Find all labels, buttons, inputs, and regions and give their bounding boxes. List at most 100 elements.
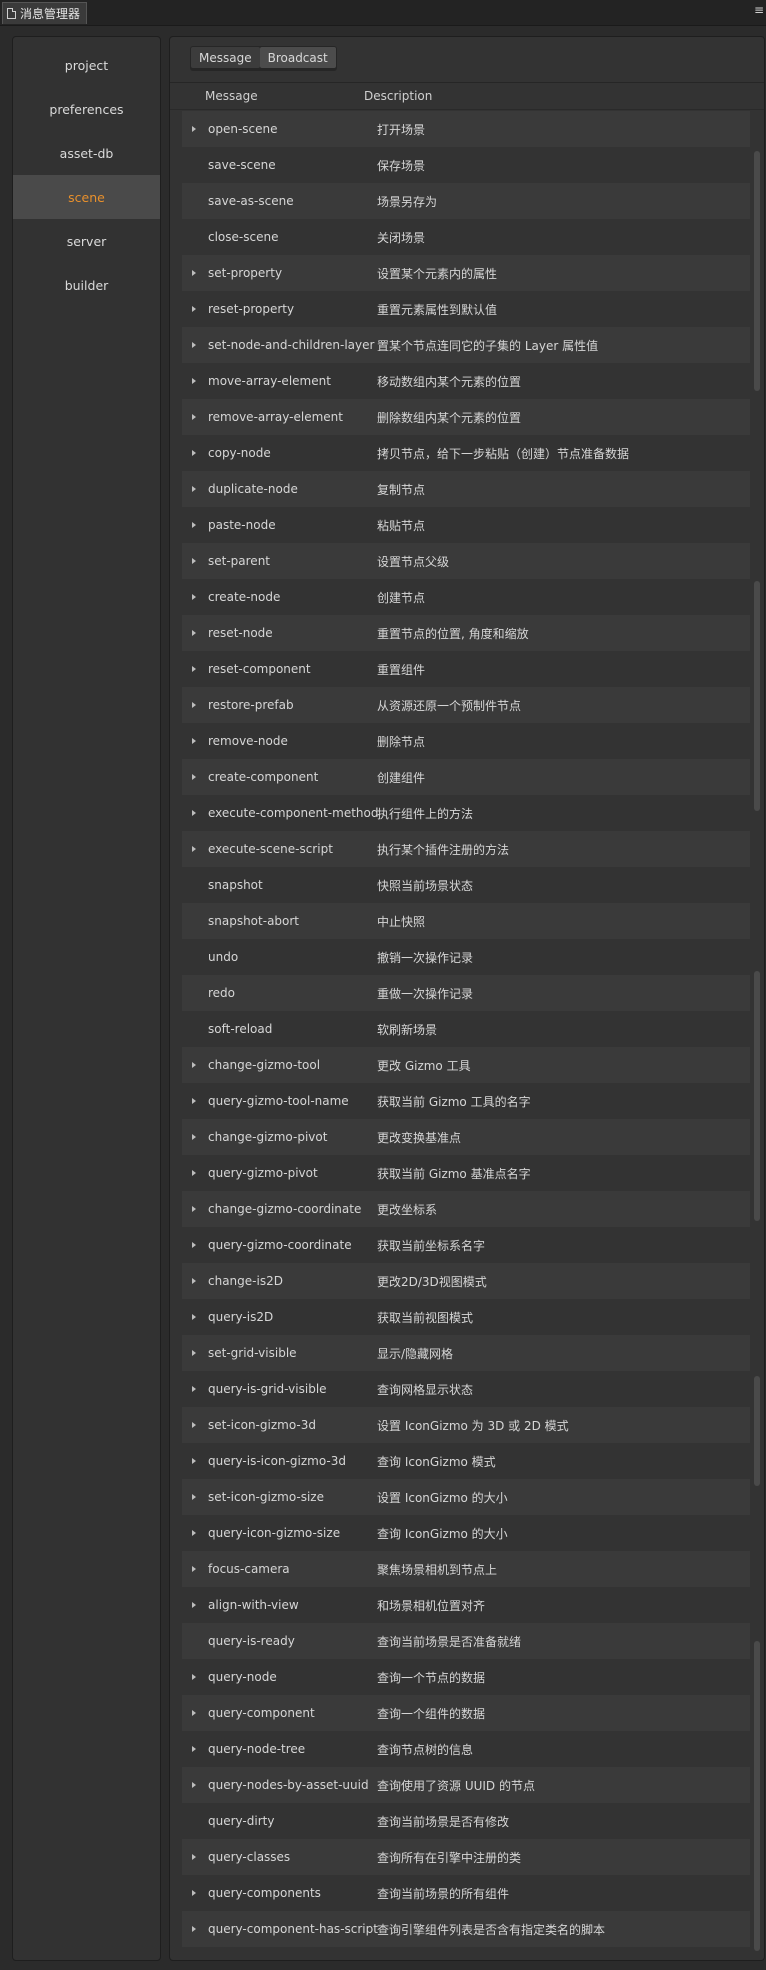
expand-caret-icon[interactable] (192, 1170, 196, 1176)
table-row[interactable]: remove-array-element 删除数组内某个元素的位置 (182, 399, 750, 435)
table-row[interactable]: create-component 创建组件 (182, 759, 750, 795)
sidebar-item-scene[interactable]: scene (13, 175, 160, 219)
table-row[interactable]: query-components 查询当前场景的所有组件 (182, 1875, 750, 1911)
expand-caret-icon[interactable] (192, 1494, 196, 1500)
expand-caret-icon[interactable] (192, 1458, 196, 1464)
table-row[interactable]: soft-reload 软刷新场景 (182, 1011, 750, 1047)
table-row[interactable]: query-node-tree 查询节点树的信息 (182, 1731, 750, 1767)
table-row[interactable]: set-icon-gizmo-3d 设置 IconGizmo 为 3D 或 2D … (182, 1407, 750, 1443)
expand-caret-icon[interactable] (192, 1890, 196, 1896)
table-row[interactable]: query-nodes-by-asset-uuid 查询使用了资源 UUID 的节… (182, 1767, 750, 1803)
expand-caret-icon[interactable] (192, 1206, 196, 1212)
expand-caret-icon[interactable] (192, 846, 196, 852)
expand-caret-icon[interactable] (192, 1350, 196, 1356)
table-row[interactable]: set-icon-gizmo-size 设置 IconGizmo 的大小 (182, 1479, 750, 1515)
expand-caret-icon[interactable] (192, 1926, 196, 1932)
table-row[interactable]: create-node 创建节点 (182, 579, 750, 615)
expand-caret-icon[interactable] (192, 630, 196, 636)
table-row[interactable]: align-with-view 和场景相机位置对齐 (182, 1587, 750, 1623)
expand-caret-icon[interactable] (192, 738, 196, 744)
expand-caret-icon[interactable] (192, 1566, 196, 1572)
table-row[interactable]: query-icon-gizmo-size 查询 IconGizmo 的大小 (182, 1515, 750, 1551)
table-row[interactable]: query-gizmo-pivot 获取当前 Gizmo 基准点名字 (182, 1155, 750, 1191)
expand-caret-icon[interactable] (192, 1782, 196, 1788)
expand-caret-icon[interactable] (192, 414, 196, 420)
table-row[interactable]: change-gizmo-pivot 更改变换基准点 (182, 1119, 750, 1155)
sidebar-item-preferences[interactable]: preferences (13, 87, 160, 131)
table-row[interactable]: snapshot 快照当前场景状态 (182, 867, 750, 903)
table-row[interactable]: change-gizmo-tool 更改 Gizmo 工具 (182, 1047, 750, 1083)
table-row[interactable]: execute-scene-script 执行某个插件注册的方法 (182, 831, 750, 867)
expand-caret-icon[interactable] (192, 1314, 196, 1320)
expand-caret-icon[interactable] (192, 1710, 196, 1716)
sidebar-item-builder[interactable]: builder (13, 263, 160, 307)
expand-caret-icon[interactable] (192, 306, 196, 312)
expand-caret-icon[interactable] (192, 1134, 196, 1140)
table-row[interactable]: query-component-has-script 查询引擎组件列表是否含有指定… (182, 1911, 750, 1947)
expand-caret-icon[interactable] (192, 1422, 196, 1428)
table-row[interactable]: query-component 查询一个组件的数据 (182, 1695, 750, 1731)
expand-caret-icon[interactable] (192, 1278, 196, 1284)
table-row[interactable]: close-scene 关闭场景 (182, 219, 750, 255)
table-row[interactable]: redo 重做一次操作记录 (182, 975, 750, 1011)
expand-caret-icon[interactable] (192, 270, 196, 276)
table-row[interactable]: change-is2D 更改2D/3D视图模式 (182, 1263, 750, 1299)
expand-caret-icon[interactable] (192, 450, 196, 456)
table-row[interactable]: undo 撤销一次操作记录 (182, 939, 750, 975)
table-row[interactable]: query-classes 查询所有在引擎中注册的类 (182, 1839, 750, 1875)
scrollbar[interactable] (754, 111, 760, 1951)
table-row[interactable]: execute-component-method 执行组件上的方法 (182, 795, 750, 831)
sidebar-item-asset-db[interactable]: asset-db (13, 131, 160, 175)
table-row[interactable]: reset-property 重置元素属性到默认值 (182, 291, 750, 327)
table-row[interactable]: focus-camera 聚焦场景相机到节点上 (182, 1551, 750, 1587)
scrollbar-segment[interactable] (754, 581, 760, 811)
panel-tab[interactable]: 消息管理器 (2, 2, 88, 24)
expand-caret-icon[interactable] (192, 774, 196, 780)
scrollbar-segment[interactable] (754, 971, 760, 1221)
scrollbar-segment[interactable] (754, 1376, 760, 1486)
expand-caret-icon[interactable] (192, 558, 196, 564)
table-row[interactable]: remove-node 删除节点 (182, 723, 750, 759)
table-row[interactable]: copy-node 拷贝节点，给下一步粘贴（创建）节点准备数据 (182, 435, 750, 471)
scrollbar-segment[interactable] (754, 151, 760, 391)
expand-caret-icon[interactable] (192, 522, 196, 528)
table-row[interactable]: restore-prefab 从资源还原一个预制件节点 (182, 687, 750, 723)
table-row[interactable]: save-scene 保存场景 (182, 147, 750, 183)
expand-caret-icon[interactable] (192, 1854, 196, 1860)
table-row[interactable]: query-is-icon-gizmo-3d 查询 IconGizmo 模式 (182, 1443, 750, 1479)
table-row[interactable]: move-array-element 移动数组内某个元素的位置 (182, 363, 750, 399)
table-row[interactable]: set-parent 设置节点父级 (182, 543, 750, 579)
expand-caret-icon[interactable] (192, 126, 196, 132)
table-row[interactable]: open-scene 打开场景 (182, 111, 750, 147)
hamburger-menu-icon[interactable]: ≡ (754, 4, 764, 16)
table-row[interactable]: reset-component 重置组件 (182, 651, 750, 687)
expand-caret-icon[interactable] (192, 1674, 196, 1680)
table-row[interactable]: snapshot-abort 中止快照 (182, 903, 750, 939)
sidebar-item-project[interactable]: project (13, 43, 160, 87)
expand-caret-icon[interactable] (192, 810, 196, 816)
expand-caret-icon[interactable] (192, 1098, 196, 1104)
table-row[interactable]: query-dirty 查询当前场景是否有修改 (182, 1803, 750, 1839)
expand-caret-icon[interactable] (192, 1062, 196, 1068)
expand-caret-icon[interactable] (192, 1242, 196, 1248)
table-row[interactable]: set-node-and-children-layer 置某个节点连同它的子集的 … (182, 327, 750, 363)
scrollbar-segment[interactable] (754, 1641, 760, 1951)
expand-caret-icon[interactable] (192, 666, 196, 672)
expand-caret-icon[interactable] (192, 1386, 196, 1392)
expand-caret-icon[interactable] (192, 1746, 196, 1752)
tab-message[interactable]: Message (191, 47, 260, 68)
expand-caret-icon[interactable] (192, 702, 196, 708)
table-row[interactable]: set-property 设置某个元素内的属性 (182, 255, 750, 291)
expand-caret-icon[interactable] (192, 378, 196, 384)
sidebar-item-server[interactable]: server (13, 219, 160, 263)
expand-caret-icon[interactable] (192, 486, 196, 492)
table-row[interactable]: query-is-grid-visible 查询网格显示状态 (182, 1371, 750, 1407)
expand-caret-icon[interactable] (192, 594, 196, 600)
table-row[interactable]: duplicate-node 复制节点 (182, 471, 750, 507)
table-row[interactable]: query-gizmo-tool-name 获取当前 Gizmo 工具的名字 (182, 1083, 750, 1119)
expand-caret-icon[interactable] (192, 1530, 196, 1536)
table-row[interactable]: save-as-scene 场景另存为 (182, 183, 750, 219)
tab-broadcast[interactable]: Broadcast (259, 47, 336, 68)
table-row[interactable]: paste-node 粘贴节点 (182, 507, 750, 543)
table-row[interactable]: query-gizmo-coordinate 获取当前坐标系名字 (182, 1227, 750, 1263)
